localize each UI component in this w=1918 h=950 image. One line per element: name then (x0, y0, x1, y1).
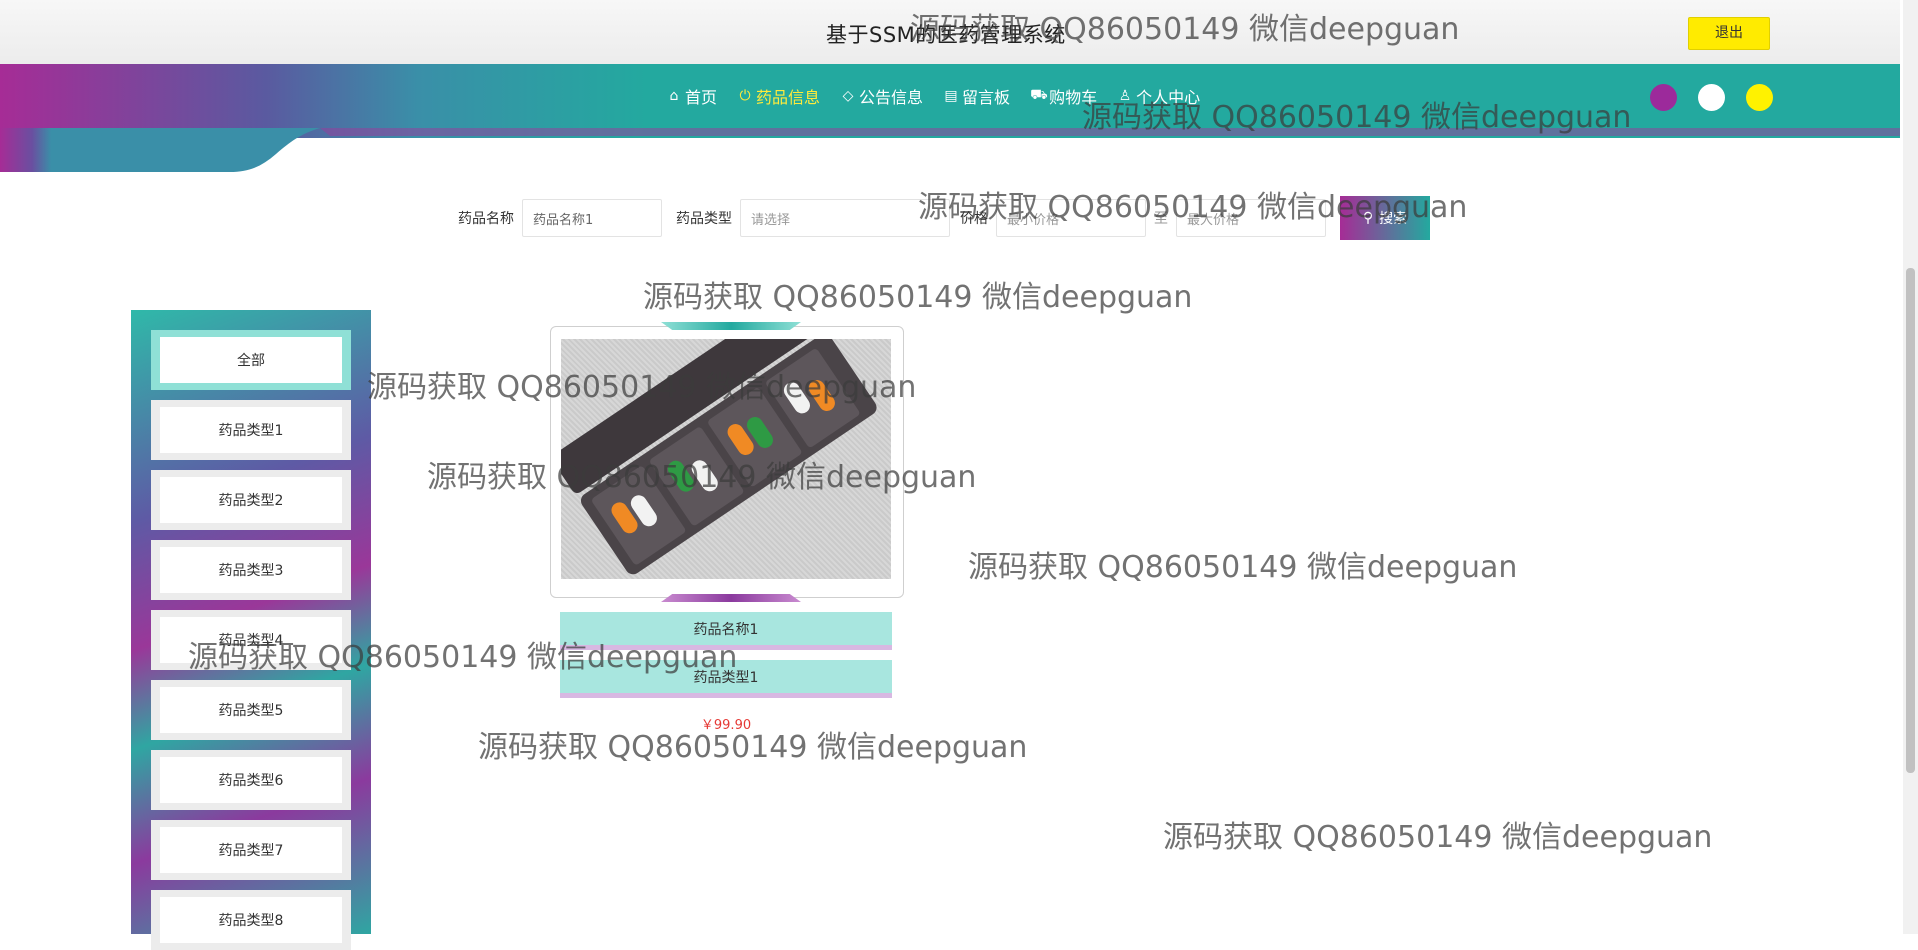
category-item-label: 药品类型8 (160, 897, 342, 943)
clipboard-icon: ▤ (944, 88, 958, 104)
category-item-label: 药品类型4 (160, 617, 342, 663)
scrollbar-thumb[interactable] (1906, 268, 1915, 773)
category-item-label: 药品类型5 (160, 687, 342, 733)
nav-item-label: 公告信息 (859, 88, 924, 107)
nav-item-label: 购物车 (1049, 88, 1098, 107)
frame-accent (661, 322, 801, 330)
pill-organizer-image (561, 339, 891, 579)
category-item-label: 药品类型7 (160, 827, 342, 873)
category-item-label: 药品类型1 (160, 407, 342, 453)
price-label: 价格 (960, 211, 988, 227)
theme-yellow-dot[interactable] (1746, 84, 1773, 111)
search-button[interactable]: ⚲ 搜索 (1340, 196, 1430, 240)
watermark: 源码获取 QQ86050149 微信deepguan (968, 550, 1518, 585)
category-sidebar: 全部 药品类型1 药品类型2 药品类型3 药品类型4 药品类型5 药品类型6 药… (131, 310, 371, 950)
min-price-input[interactable]: 最小价格 (996, 199, 1146, 237)
top-header: 基于SSM的医药管理系统 退出 (0, 0, 1900, 64)
product-type: 药品类型1 (560, 660, 892, 698)
theme-purple-dot[interactable] (1650, 84, 1677, 111)
frame-accent (661, 594, 801, 602)
max-price-input[interactable]: 最大价格 (1176, 199, 1326, 237)
category-item-label: 药品类型3 (160, 547, 342, 593)
search-button-label: 搜索 (1379, 211, 1408, 227)
nav-item-cart[interactable]: ⛟ 购物车 (1030, 84, 1097, 108)
category-item[interactable]: 药品类型1 (151, 400, 351, 460)
theme-white-dot[interactable] (1698, 84, 1725, 111)
category-item-label: 药品类型2 (160, 477, 342, 523)
nav-item-notices[interactable]: ◇ 公告信息 (840, 84, 923, 108)
drug-type-label: 药品类型 (676, 211, 732, 227)
drug-name-label: 药品名称 (458, 211, 514, 227)
category-item[interactable]: 药品类型6 (151, 750, 351, 810)
category-item-label: 药品类型6 (160, 757, 342, 803)
category-item[interactable]: 药品类型8 (151, 890, 351, 950)
category-item-all[interactable]: 全部 (151, 330, 351, 390)
product-image[interactable] (561, 339, 891, 579)
product-name: 药品名称1 (560, 612, 892, 650)
drug-name-input[interactable]: 药品名称1 (522, 199, 662, 237)
search-icon: ⚲ (1362, 210, 1374, 226)
category-item[interactable]: 药品类型7 (151, 820, 351, 880)
tag-icon: ◇ (842, 88, 854, 104)
product-card[interactable] (550, 322, 904, 602)
nav-item-label: 药品信息 (756, 88, 821, 107)
category-item[interactable]: 药品类型2 (151, 470, 351, 530)
nav-item-label: 首页 (685, 88, 718, 107)
product-price: ￥99.90 (700, 718, 752, 733)
category-item[interactable]: 药品类型5 (151, 680, 351, 740)
power-icon: ⏻ (739, 88, 751, 104)
category-item[interactable]: 药品类型3 (151, 540, 351, 600)
nav-item-message-board[interactable]: ▤ 留言板 (943, 84, 1010, 108)
nav-item-label: 留言板 (962, 88, 1011, 107)
category-item-label: 全部 (160, 337, 342, 383)
category-item[interactable]: 药品类型4 (151, 610, 351, 670)
nav-item-user-center[interactable]: ♙ 个人中心 (1117, 84, 1200, 108)
cart-icon: ⛟ (1030, 87, 1048, 103)
home-icon: ⌂ (669, 88, 679, 104)
logout-button[interactable]: 退出 (1688, 17, 1770, 50)
watermark: 源码获取 QQ86050149 微信deepguan (643, 280, 1193, 315)
search-bar: 药品名称 药品名称1 药品类型 请选择 价格 最小价格 至 最大价格 ⚲ 搜索 (458, 196, 1430, 240)
user-icon: ♙ (1118, 88, 1132, 104)
watermark: 源码获取 QQ86050149 微信deepguan (1163, 820, 1713, 855)
drug-type-select[interactable]: 请选择 (740, 199, 950, 237)
nav-item-home[interactable]: ⌂ 首页 (666, 84, 717, 108)
nav-menu: ⌂ 首页 ⏻ 药品信息 ◇ 公告信息 ▤ 留言板 ⛟ 购物车 ♙ 个人中心 (666, 84, 1220, 108)
price-range-separator: 至 (1154, 211, 1168, 227)
nav-item-label: 个人中心 (1136, 88, 1201, 107)
site-title: 基于SSM的医药管理系统 (826, 23, 1066, 47)
nav-bar-curve (0, 128, 1900, 172)
nav-item-drug-info[interactable]: ⏻ 药品信息 (737, 84, 820, 108)
